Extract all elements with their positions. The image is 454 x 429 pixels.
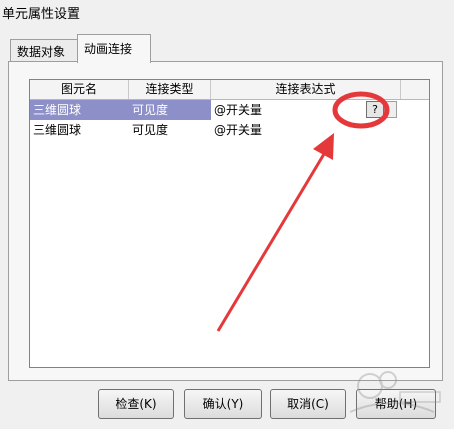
window-title: 单元属性设置 [2, 7, 81, 22]
table-row[interactable]: 三维圆球 可见度 @开关量 ? [30, 100, 429, 120]
help-button[interactable]: 帮助(H) [356, 389, 436, 419]
cell-expression[interactable]: @开关量 [211, 120, 361, 140]
title-bar: 单元属性设置 [0, 0, 454, 24]
tab-animation-link[interactable]: 动画连接 [77, 34, 151, 63]
column-header-blank [401, 80, 429, 99]
cell-element: 三维圆球 [33, 123, 82, 137]
link-list[interactable]: 图元名 连接类型 连接表达式 三维圆球 可见度 @开关量 ? 三维圆球 可见度 … [29, 79, 430, 368]
cell-element: 三维圆球 [30, 100, 129, 120]
tab-strip: 数据对象 动画连接 [0, 34, 454, 64]
cell-type: 可见度 [132, 123, 169, 137]
expression-helper-button[interactable]: ? [366, 101, 384, 118]
column-header-type[interactable]: 连接类型 [129, 80, 211, 99]
cell-type: 可见度 [129, 100, 211, 120]
confirm-button[interactable]: 确认(Y) [184, 389, 262, 419]
expression-dropdown-button[interactable] [384, 101, 397, 118]
check-button[interactable]: 检查(K) [98, 389, 174, 419]
tab-panel: 图元名 连接类型 连接表达式 三维圆球 可见度 @开关量 ? 三维圆球 可见度 … [8, 61, 443, 381]
cell-expression[interactable]: @开关量 [211, 100, 361, 120]
column-header-expression[interactable]: 连接表达式 [211, 80, 401, 99]
cancel-button[interactable]: 取消(C) [270, 389, 346, 419]
column-header-element[interactable]: 图元名 [30, 80, 129, 99]
list-header: 图元名 连接类型 连接表达式 [30, 80, 429, 100]
table-row[interactable]: 三维圆球 可见度 @开关量 [30, 120, 429, 140]
